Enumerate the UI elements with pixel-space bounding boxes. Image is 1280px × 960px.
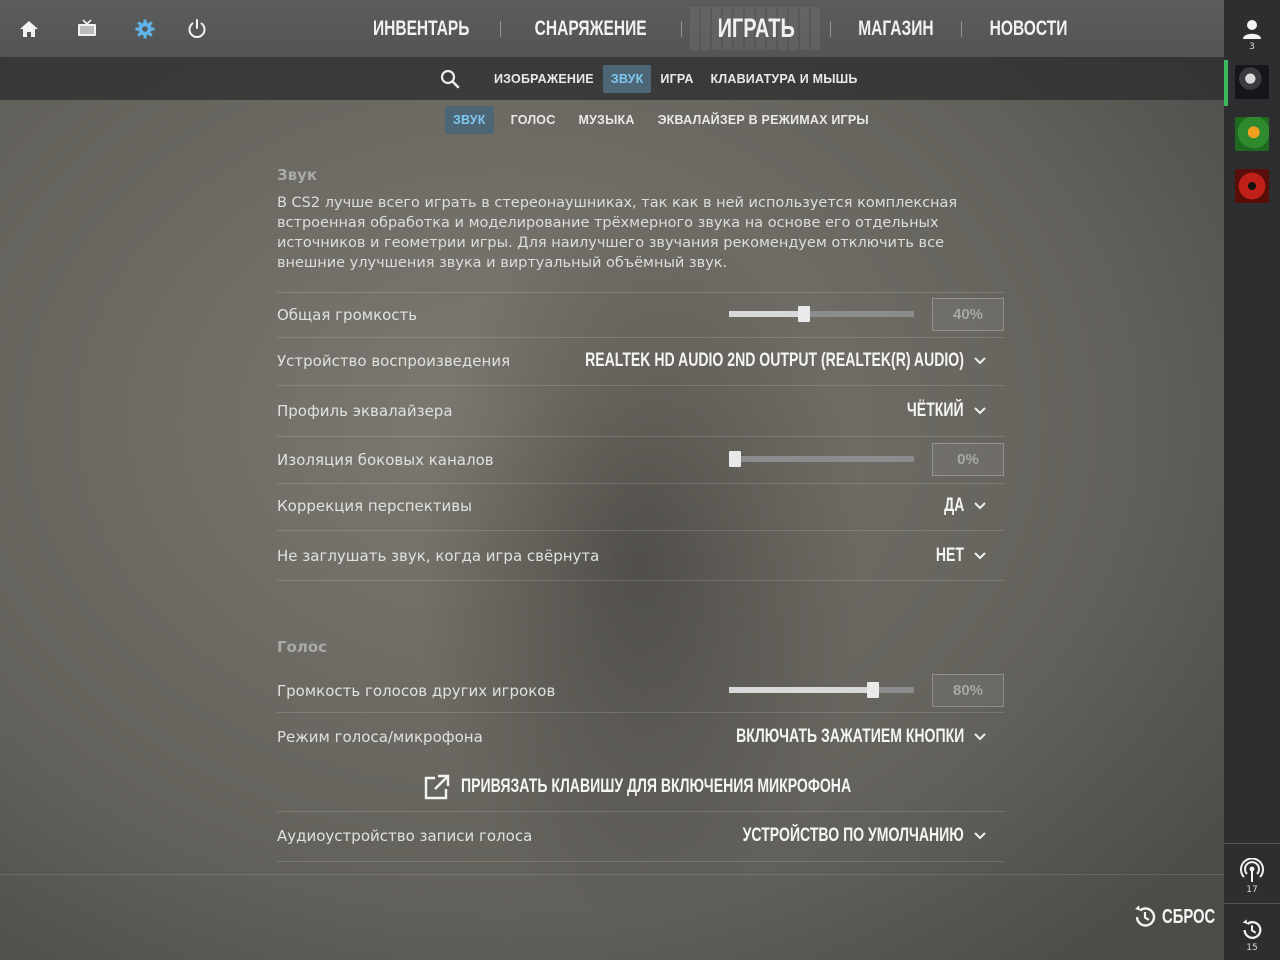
- setting-label: Режим голоса/микрофона: [277, 728, 483, 746]
- nav-divider: [680, 20, 682, 37]
- setting-master-volume: Общая громкость 40%: [277, 292, 1004, 338]
- broadcast-icon[interactable]: [1239, 858, 1265, 884]
- voice-volume-slider[interactable]: [729, 682, 914, 698]
- friends-sidebar: 3 17 15: [1224, 0, 1280, 960]
- history-count: 15: [1246, 943, 1258, 953]
- dropdown-value: ВКЛЮЧАТЬ ЗАЖАТИЕМ КНОПКИ: [735, 726, 964, 747]
- chevron-down-icon: [974, 407, 986, 415]
- home-icon[interactable]: [18, 18, 40, 40]
- bind-mic-key-button[interactable]: ПРИВЯЗАТЬ КЛАВИШУ ДЛЯ ВКЛЮЧЕНИЯ МИКРОФОН…: [423, 773, 988, 801]
- power-icon[interactable]: [186, 18, 208, 40]
- setting-label: Аудиоустройство записи голоса: [277, 827, 533, 845]
- friends-count: 3: [1249, 42, 1255, 52]
- slider-thumb[interactable]: [867, 682, 880, 698]
- chevron-down-icon: [974, 832, 986, 840]
- chevron-down-icon: [974, 357, 986, 365]
- master-volume-slider[interactable]: [729, 306, 914, 322]
- bind-mic-key-label: ПРИВЯЗАТЬ КЛАВИШУ ДЛЯ ВКЛЮЧЕНИЯ МИКРОФОН…: [460, 776, 851, 797]
- top-bar: ИНВЕНТАРЬ СНАРЯЖЕНИЕ ИГРАТЬ МАГАЗИН НОВО…: [0, 0, 1224, 57]
- settings-gear-icon[interactable]: [134, 18, 156, 40]
- tab-audio[interactable]: ЗВУК: [602, 65, 652, 93]
- reset-label: СБРОС: [1162, 905, 1216, 928]
- tab-video[interactable]: ИЗОБРАЖЕНИЕ: [486, 65, 602, 93]
- online-indicator: [1224, 60, 1228, 106]
- setting-label: Профиль эквалайзера: [277, 402, 453, 420]
- friends-user-icon[interactable]: [1241, 18, 1263, 40]
- sidebar-bottom-divider: [1224, 903, 1280, 904]
- chevron-down-icon: [974, 733, 986, 741]
- setting-label: Коррекция перспективы: [277, 497, 472, 515]
- playback-device-dropdown[interactable]: REALTEK HD AUDIO 2ND OUTPUT (REALTEK(R) …: [452, 350, 988, 372]
- setting-label: Общая громкость: [277, 306, 418, 324]
- section-title-audio: Звук: [277, 166, 318, 184]
- friend-avatar[interactable]: [1235, 117, 1269, 151]
- nav-store[interactable]: МАГАЗИН: [839, 16, 953, 41]
- setting-player-voice-volume: Громкость голосов других игроков 80%: [277, 668, 1004, 713]
- history-reset-icon: [1135, 905, 1156, 927]
- setting-label: Изоляция боковых каналов: [277, 451, 494, 469]
- external-link-icon: [424, 774, 450, 800]
- setting-playback-device[interactable]: Устройство воспроизведения REALTEK HD AU…: [277, 337, 1004, 386]
- friend-avatar[interactable]: [1235, 65, 1269, 99]
- setting-voice-mode: Режим голоса/микрофона ВКЛЮЧАТЬ ЗАЖАТИЕМ…: [277, 713, 1004, 812]
- setting-eq-profile[interactable]: Профиль эквалайзера ЧЁТКИЙ: [277, 386, 1004, 437]
- subtab-game-eq[interactable]: ЭКВАЛАЙЗЕР В РЕЖИМАХ ИГРЫ: [650, 106, 877, 134]
- sidebar-bottom-divider: [1224, 843, 1280, 844]
- master-volume-value-field[interactable]: 40%: [932, 298, 1004, 331]
- footer-divider: [0, 874, 1224, 875]
- dropdown-value: ЧЁТКИЙ: [907, 400, 964, 421]
- settings-tab-bar: ИЗОБРАЖЕНИЕ ЗВУК ИГРА КЛАВИАТУРА И МЫШЬ: [0, 57, 1224, 100]
- nav-inventory[interactable]: ИНВЕНТАРЬ: [350, 16, 492, 41]
- dropdown-value: НЕТ: [935, 545, 964, 566]
- chevron-down-icon: [974, 552, 986, 560]
- search-icon[interactable]: [440, 69, 460, 89]
- subtab-voice[interactable]: ГОЛОС: [503, 106, 564, 134]
- mute-when-minimized-dropdown[interactable]: НЕТ: [926, 545, 988, 567]
- nav-loadout[interactable]: СНАРЯЖЕНИЕ: [509, 16, 672, 41]
- setting-label: Громкость голосов других игроков: [277, 682, 556, 700]
- tab-keyboard-mouse[interactable]: КЛАВИАТУРА И МЫШЬ: [703, 65, 866, 93]
- tab-game[interactable]: ИГРА: [652, 65, 701, 93]
- section-title-voice: Голос: [277, 638, 328, 656]
- voice-volume-value-field[interactable]: 80%: [932, 674, 1004, 707]
- eq-profile-dropdown[interactable]: ЧЁТКИЙ: [887, 400, 988, 422]
- setting-mute-when-minimized[interactable]: Не заглушать звук, когда игра свёрнута Н…: [277, 531, 1004, 581]
- recording-device-dropdown[interactable]: УСТРОЙСТВО ПО УМОЛЧАНИЮ: [665, 825, 988, 847]
- setting-label: Не заглушать звук, когда игра свёрнута: [277, 547, 600, 565]
- main-navigation: ИНВЕНТАРЬ СНАРЯЖЕНИЕ ИГРАТЬ МАГАЗИН НОВО…: [350, 0, 1087, 57]
- audio-description: В CS2 лучше всего играть в стереонаушник…: [277, 195, 958, 271]
- slider-thumb[interactable]: [798, 306, 811, 322]
- voice-mode-dropdown[interactable]: ВКЛЮЧАТЬ ЗАЖАТИЕМ КНОПКИ: [656, 726, 988, 748]
- reset-button[interactable]: СБРОС: [1132, 904, 1234, 930]
- tv-icon[interactable]: [76, 18, 98, 40]
- nav-play[interactable]: ИГРАТЬ: [689, 7, 823, 50]
- friend-avatar[interactable]: [1235, 169, 1269, 203]
- subtab-music[interactable]: МУЗЫКА: [570, 106, 642, 134]
- dropdown-value: REALTEK HD AUDIO 2ND OUTPUT (REALTEK(R) …: [585, 350, 964, 371]
- nav-divider: [960, 20, 962, 37]
- dropdown-value: УСТРОЙСТВО ПО УМОЛЧАНИЮ: [742, 825, 964, 846]
- broadcast-count: 17: [1246, 885, 1258, 895]
- lr-isolation-slider[interactable]: [729, 451, 914, 467]
- lr-isolation-value-field[interactable]: 0%: [932, 443, 1004, 476]
- nav-divider: [500, 20, 502, 37]
- nav-divider: [830, 20, 832, 37]
- setting-lr-isolation: Изоляция боковых каналов 0%: [277, 437, 1004, 484]
- history-icon[interactable]: [1240, 918, 1264, 942]
- setting-perspective-correction[interactable]: Коррекция перспективы ДА: [277, 484, 1004, 531]
- perspective-correction-dropdown[interactable]: ДА: [937, 495, 988, 517]
- subtab-audio[interactable]: ЗВУК: [445, 106, 494, 134]
- slider-thumb[interactable]: [729, 451, 741, 467]
- setting-recording-device[interactable]: Аудиоустройство записи голоса УСТРОЙСТВО…: [277, 812, 1004, 862]
- settings-content: Звук В CS2 лучше всего играть в стереона…: [277, 160, 1004, 862]
- chevron-down-icon: [974, 502, 986, 510]
- dropdown-value: ДА: [943, 495, 964, 516]
- nav-news[interactable]: НОВОСТИ: [970, 16, 1087, 41]
- audio-subtab-bar: ЗВУК ГОЛОС МУЗЫКА ЭКВАЛАЙЗЕР В РЕЖИМАХ И…: [445, 106, 878, 134]
